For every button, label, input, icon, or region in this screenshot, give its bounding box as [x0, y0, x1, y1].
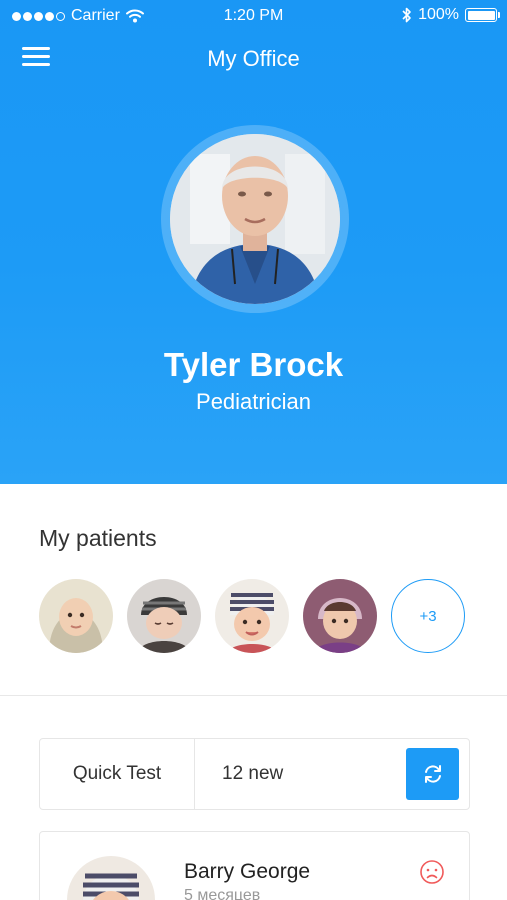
more-patients-button[interactable]: +3 [391, 579, 465, 653]
patient-avatar[interactable] [39, 579, 113, 653]
page-title: My Office [207, 46, 300, 71]
patients-section-title: My patients [39, 525, 157, 551]
patient-avatar[interactable] [127, 579, 201, 653]
patient-name: Barry George [184, 860, 311, 883]
status-right: 100% [402, 6, 500, 24]
quick-test-button[interactable]: Quick Test [40, 739, 195, 809]
baby-avatar-3 [215, 579, 289, 653]
quick-test-card: Quick Test 12 new [39, 738, 470, 810]
section-divider [0, 695, 507, 696]
battery-percent: 100% [418, 6, 459, 23]
baby-avatar-1 [39, 579, 113, 653]
patients-avatar-list: +3 [39, 579, 465, 653]
patient-avatar[interactable] [215, 579, 289, 653]
baby-avatar-5 [67, 856, 155, 900]
doctor-photo [170, 134, 340, 304]
profile-header: Carrier 1:20 PM 100% My Office Tyler Bro… [0, 0, 507, 484]
refresh-button[interactable] [406, 748, 459, 800]
doctor-specialty: Pediatrician [196, 389, 311, 414]
patient-card[interactable]: Barry George 5 месяцев [39, 831, 470, 900]
bluetooth-icon [402, 7, 411, 23]
status-bar: Carrier 1:20 PM 100% [0, 0, 507, 32]
battery-fill [467, 10, 495, 20]
baby-avatar-4 [303, 579, 377, 653]
patient-age: 5 месяцев [184, 887, 261, 900]
patient-card-avatar [67, 856, 155, 900]
sad-face-icon [420, 860, 444, 884]
battery-icon [465, 8, 500, 22]
doctor-avatar[interactable] [161, 125, 349, 313]
doctor-name: Tyler Brock [163, 346, 344, 383]
patient-avatar[interactable] [303, 579, 377, 653]
doctor-portrait-image [170, 134, 340, 304]
refresh-icon [424, 765, 441, 783]
quick-test-count: 12 new [222, 763, 284, 784]
baby-avatar-2 [127, 579, 201, 653]
